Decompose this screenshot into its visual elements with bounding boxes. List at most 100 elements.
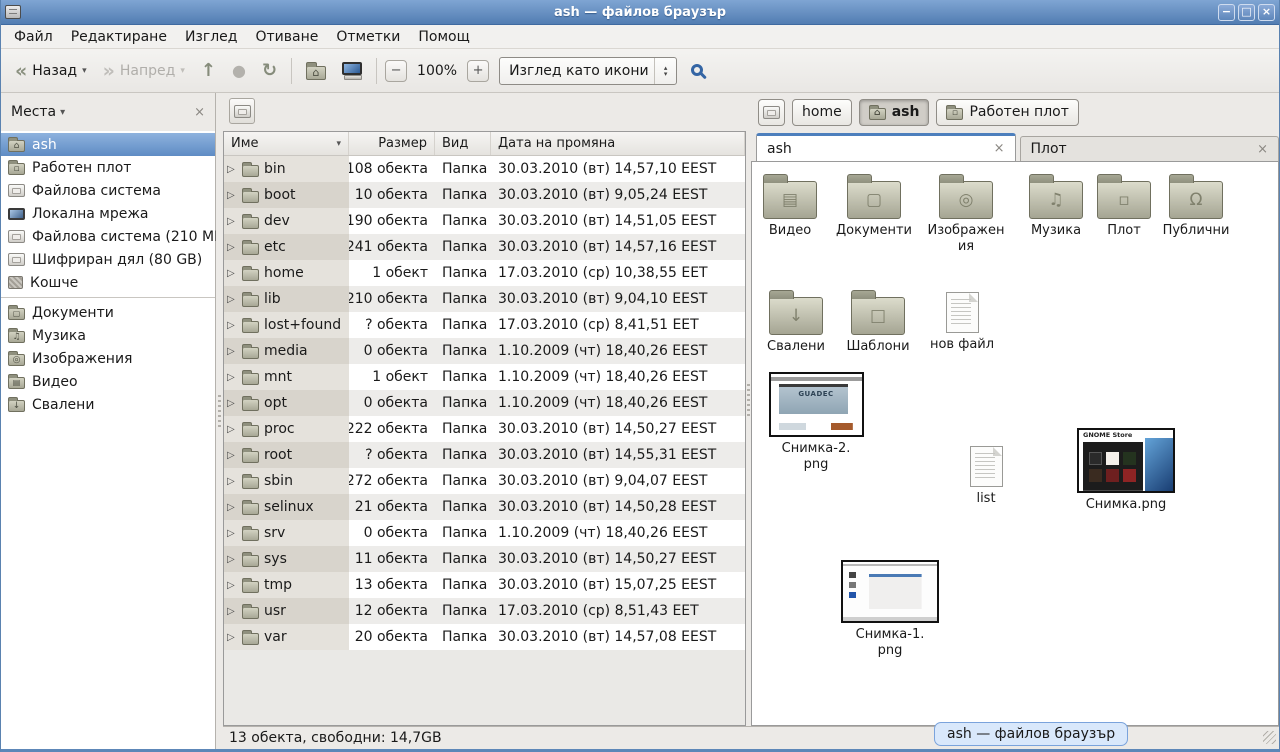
forward-button[interactable]: » Напред ▾ [97, 58, 191, 84]
sidebar-item[interactable]: Изображения [1, 347, 215, 370]
sidebar-item[interactable]: Кошче [1, 271, 215, 294]
column-header-size[interactable]: Размер [349, 132, 435, 155]
tab-close-icon[interactable]: × [994, 141, 1005, 156]
expander-icon[interactable]: ▷ [227, 606, 237, 617]
sidebar-item[interactable]: Файлова система [1, 179, 215, 202]
file-item[interactable]: Снимка-1. png [838, 560, 942, 659]
tab-plot[interactable]: Плот × [1020, 136, 1280, 161]
table-row[interactable]: ▷ lost+found ? обекта Папка 17.03.2010 (… [224, 312, 745, 338]
search-button[interactable] [681, 57, 715, 85]
expander-icon[interactable]: ▷ [227, 580, 237, 591]
expander-icon[interactable]: ▷ [227, 294, 237, 305]
menu-item[interactable]: Отметки [327, 27, 409, 47]
reload-button[interactable]: ↻ [256, 58, 283, 84]
icon-view[interactable]: ▤ Видео ▢ Документ [751, 161, 1279, 726]
table-row[interactable]: ▷ media 0 обекта Папка 1.10.2009 (чт) 18… [224, 338, 745, 364]
table-row[interactable]: ▷ srv 0 обекта Папка 1.10.2009 (чт) 18,4… [224, 520, 745, 546]
menu-item[interactable]: Редактиране [62, 27, 176, 47]
computer-button[interactable] [336, 57, 368, 85]
table-row[interactable]: ▷ bin 108 обекта Папка 30.03.2010 (вт) 1… [224, 156, 745, 182]
file-item[interactable]: ▢ Документи [832, 172, 916, 239]
expander-icon[interactable]: ▷ [227, 450, 237, 461]
column-header-type[interactable]: Вид [435, 132, 491, 155]
sidebar-item[interactable]: Видео [1, 370, 215, 393]
expander-icon[interactable]: ▷ [227, 476, 237, 487]
root-location-button[interactable] [229, 98, 255, 124]
table-row[interactable]: ▷ boot 10 обекта Папка 30.03.2010 (вт) 9… [224, 182, 745, 208]
column-header-name[interactable]: Име ▾ [224, 132, 349, 155]
expander-icon[interactable]: ▷ [227, 528, 237, 539]
expander-icon[interactable]: ▷ [227, 554, 237, 565]
zoom-out-button[interactable]: − [385, 60, 407, 82]
expander-icon[interactable]: ▷ [227, 502, 237, 513]
sidebar-item[interactable]: Локална мрежа [1, 202, 215, 225]
sidebar-item[interactable]: Работен плот [1, 156, 215, 179]
expander-icon[interactable]: ▷ [227, 164, 237, 175]
menu-item[interactable]: Отиване [246, 27, 327, 47]
home-button[interactable] [300, 57, 332, 85]
expander-icon[interactable]: ▷ [227, 346, 237, 357]
table-row[interactable]: ▷ etc 241 обекта Папка 30.03.2010 (вт) 1… [224, 234, 745, 260]
file-item[interactable]: Ω Публични [1154, 172, 1238, 239]
sidebar-item[interactable]: ash [1, 133, 215, 156]
stop-button[interactable]: ● [226, 58, 252, 84]
table-row[interactable]: ▷ lib 210 обекта Папка 30.03.2010 (вт) 9… [224, 286, 745, 312]
sidebar-item[interactable]: Свалени [1, 393, 215, 416]
pane-splitter[interactable] [216, 93, 223, 749]
sidebar-item[interactable]: Файлова система (210 MB) [1, 225, 215, 248]
file-item[interactable]: ▤ Видео [751, 172, 832, 239]
table-row[interactable]: ▷ tmp 13 обекта Папка 30.03.2010 (вт) 15… [224, 572, 745, 598]
sidebar-item[interactable]: Шифриран дял (80 GB) [1, 248, 215, 271]
column-header-date[interactable]: Дата на промяна [491, 132, 745, 155]
expander-icon[interactable]: ▷ [227, 190, 237, 201]
expander-icon[interactable]: ▷ [227, 242, 237, 253]
back-button[interactable]: « Назад ▾ [9, 58, 93, 84]
path-button-desktop[interactable]: Работен плот [936, 99, 1078, 126]
tab-close-icon[interactable]: × [1257, 142, 1268, 157]
view-mode-select[interactable]: Изглед като икони ▴▾ [499, 57, 677, 85]
chevron-down-icon[interactable]: ▾ [60, 107, 65, 118]
sidebar-item[interactable]: Документи [1, 301, 215, 324]
expander-icon[interactable]: ▷ [227, 632, 237, 643]
table-row[interactable]: ▷ proc 222 обекта Папка 30.03.2010 (вт) … [224, 416, 745, 442]
menu-item[interactable]: Файл [5, 27, 62, 47]
table-row[interactable]: ▷ mnt 1 обект Папка 1.10.2009 (чт) 18,40… [224, 364, 745, 390]
expander-icon[interactable]: ▷ [227, 398, 237, 409]
table-row[interactable]: ▷ usr 12 обекта Папка 17.03.2010 (ср) 8,… [224, 598, 745, 624]
path-button-ash[interactable]: ash [859, 99, 930, 126]
file-item[interactable]: ◎ Изображен ия [924, 172, 1008, 255]
path-button-root[interactable] [758, 99, 785, 126]
resize-grip[interactable] [1263, 731, 1276, 744]
sidebar-title[interactable]: Места [11, 104, 56, 120]
expander-icon[interactable]: ▷ [227, 216, 237, 227]
up-button[interactable]: ↑ [195, 58, 222, 84]
file-item[interactable]: ↓ Свалени [754, 288, 838, 355]
expander-icon[interactable]: ▷ [227, 424, 237, 435]
tab-ash[interactable]: ash × [756, 133, 1016, 161]
sidebar-close-icon[interactable]: × [194, 105, 205, 120]
file-item[interactable]: нов файл [920, 288, 1004, 353]
table-row[interactable]: ▷ var 20 обекта Папка 30.03.2010 (вт) 14… [224, 624, 745, 650]
file-item[interactable]: list [944, 442, 1028, 507]
table-row[interactable]: ▷ root ? обекта Папка 30.03.2010 (вт) 14… [224, 442, 745, 468]
maximize-button[interactable]: □ [1238, 4, 1255, 21]
close-button[interactable]: × [1258, 4, 1275, 21]
table-row[interactable]: ▷ opt 0 обекта Папка 1.10.2009 (чт) 18,4… [224, 390, 745, 416]
menu-item[interactable]: Помощ [409, 27, 478, 47]
table-row[interactable]: ▷ selinux 21 обекта Папка 30.03.2010 (вт… [224, 494, 745, 520]
file-item[interactable]: □ Шаблони [836, 288, 920, 355]
table-row[interactable]: ▷ sbin 272 обекта Папка 30.03.2010 (вт) … [224, 468, 745, 494]
zoom-in-button[interactable]: + [467, 60, 489, 82]
table-row[interactable]: ▷ home 1 обект Папка 17.03.2010 (ср) 10,… [224, 260, 745, 286]
sidebar-item[interactable]: Музика [1, 324, 215, 347]
table-row[interactable]: ▷ sys 11 обекта Папка 30.03.2010 (вт) 14… [224, 546, 745, 572]
expander-icon[interactable]: ▷ [227, 320, 237, 331]
path-button-home[interactable]: home [792, 99, 852, 126]
minimize-button[interactable]: − [1218, 4, 1235, 21]
expander-icon[interactable]: ▷ [227, 372, 237, 383]
menu-item[interactable]: Изглед [176, 27, 247, 47]
expander-icon[interactable]: ▷ [227, 268, 237, 279]
file-item[interactable]: GNOME Store Снимка.png [1074, 428, 1178, 513]
file-item[interactable]: GUADEC Снимка-2. png [766, 372, 866, 473]
table-row[interactable]: ▷ dev 190 обекта Папка 30.03.2010 (вт) 1… [224, 208, 745, 234]
